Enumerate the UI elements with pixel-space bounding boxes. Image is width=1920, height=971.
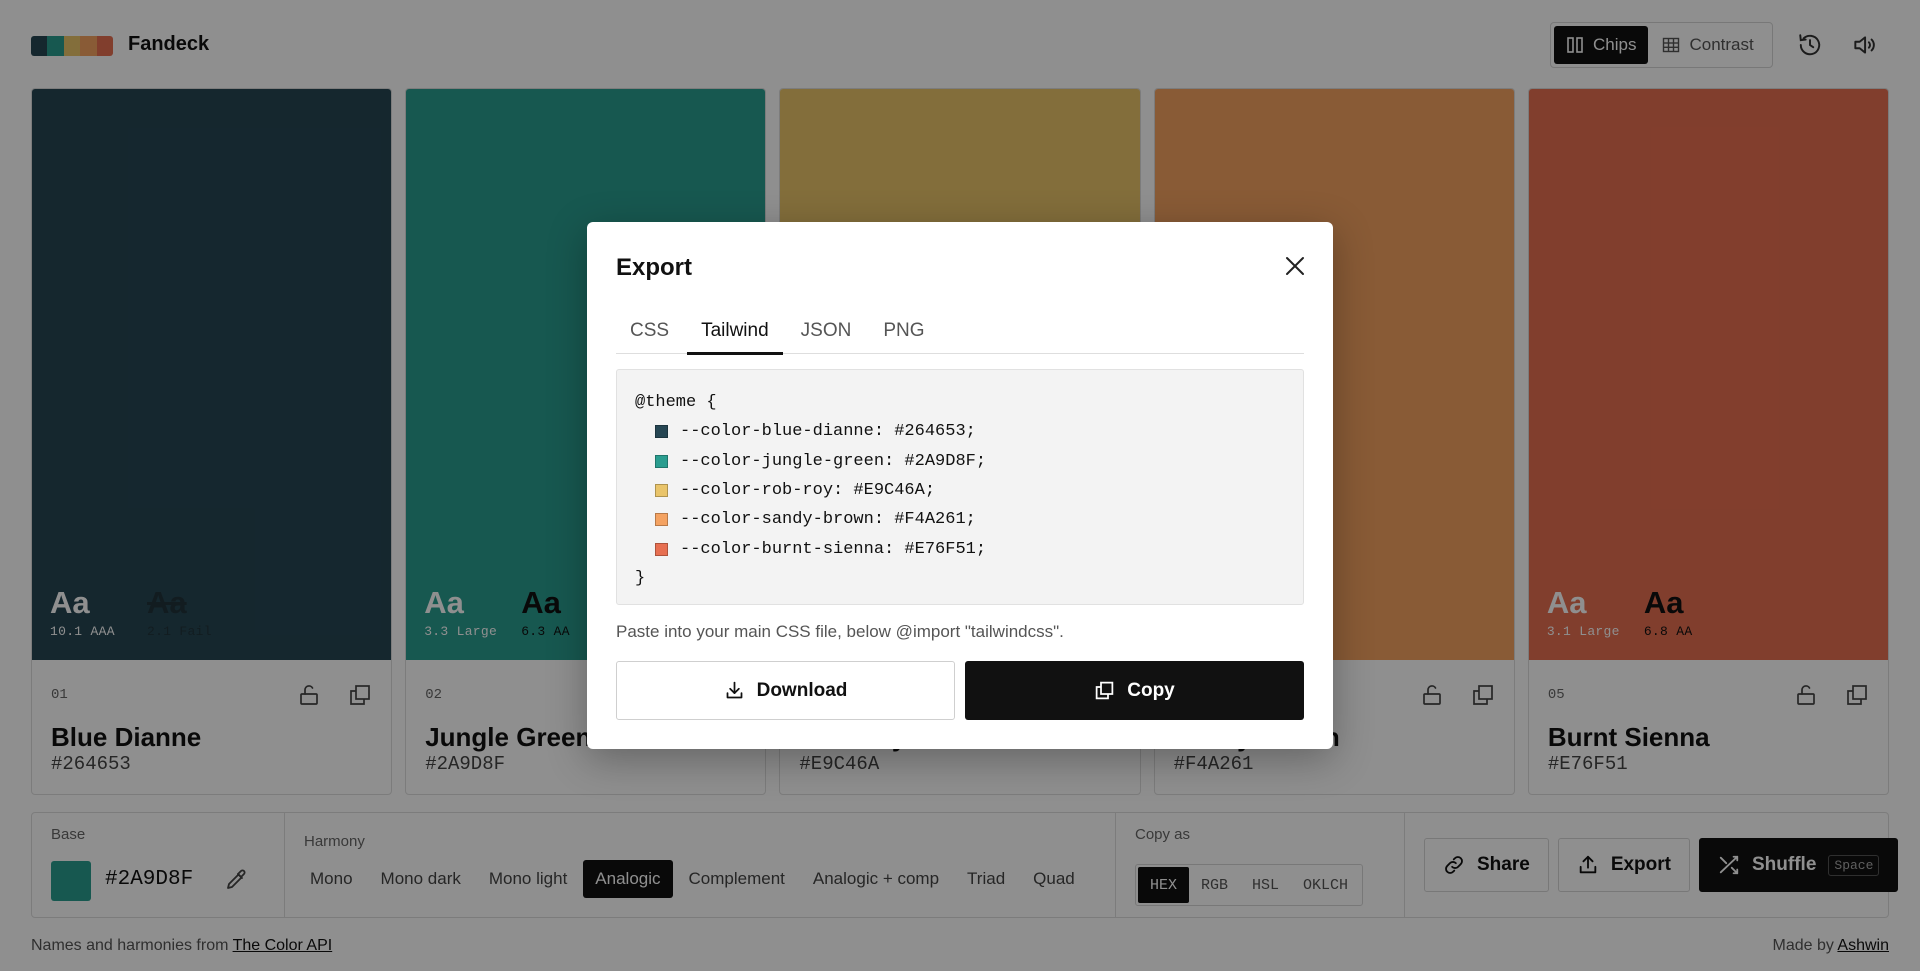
- download-button[interactable]: Download: [616, 661, 955, 720]
- variable-text: --color-jungle-green: #2A9D8F;: [680, 451, 987, 471]
- code-preview: @theme { --color-blue-dianne: #264653; --…: [616, 369, 1304, 605]
- tab-json[interactable]: JSON: [787, 314, 866, 354]
- variable-text: --color-sandy-brown: #F4A261;: [680, 510, 976, 530]
- tab-tailwind[interactable]: Tailwind: [687, 314, 783, 355]
- copy-button[interactable]: Copy: [965, 661, 1304, 720]
- code-close-line: }: [635, 568, 646, 588]
- code-variable-line: --color-jungle-green: #2A9D8F;: [635, 447, 1285, 476]
- code-variable-line: --color-burnt-sienna: #E76F51;: [635, 534, 1285, 563]
- download-label: Download: [756, 679, 848, 701]
- variable-text: --color-burnt-sienna: #E76F51;: [680, 539, 987, 559]
- variable-color-swatch: [655, 484, 668, 498]
- code-open-line: @theme {: [635, 393, 717, 413]
- variable-color-swatch: [655, 454, 668, 468]
- code-variable-line: --color-sandy-brown: #F4A261;: [635, 505, 1285, 534]
- variable-text: --color-blue-dianne: #264653;: [680, 422, 976, 442]
- download-icon: [726, 681, 742, 699]
- code-variable-line: --color-rob-roy: #E9C46A;: [635, 476, 1285, 505]
- copy-icon: [1096, 681, 1114, 700]
- copy-label: Copy: [1127, 679, 1175, 701]
- dialog-title: Export: [616, 254, 693, 281]
- tab-png[interactable]: PNG: [869, 314, 938, 354]
- variable-color-swatch: [655, 513, 668, 527]
- variable-color-swatch: [655, 542, 668, 556]
- close-icon[interactable]: [1283, 254, 1307, 278]
- code-variable-line: --color-blue-dianne: #264653;: [635, 417, 1285, 446]
- paste-hint: Paste into your main CSS file, below @im…: [616, 622, 1064, 641]
- export-format-tabs: CSS Tailwind JSON PNG: [616, 314, 1304, 355]
- export-dialog: Export CSS Tailwind JSON PNG @theme { --col…: [587, 222, 1333, 749]
- variable-color-swatch: [655, 425, 668, 439]
- tab-css[interactable]: CSS: [616, 314, 683, 354]
- variable-text: --color-rob-roy: #E9C46A;: [680, 481, 936, 501]
